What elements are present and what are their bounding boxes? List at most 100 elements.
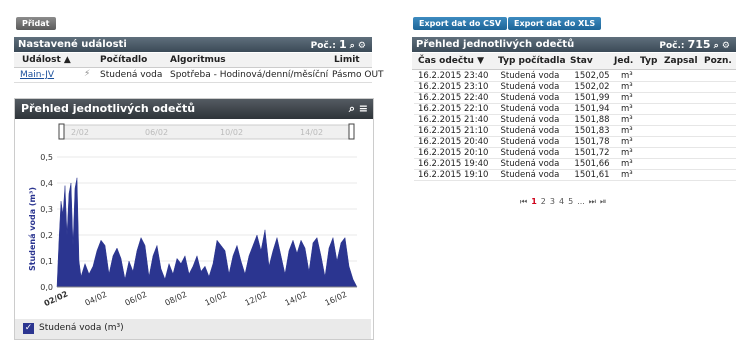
zoom-icon[interactable]: ⌕ <box>349 99 355 119</box>
reading-row[interactable]: 16.2.2015 21:10 Studená voda 1501,83 m³ <box>414 125 736 137</box>
reading-row[interactable]: 16.2.2015 20:10 Studená voda 1501,72 m³ <box>414 147 736 159</box>
reading-cell: Studená voda <box>496 81 571 93</box>
page-link[interactable]: 4 <box>559 197 564 206</box>
col-reading-time[interactable]: Čas odečtu ▼ <box>418 56 484 66</box>
page-link[interactable]: ... <box>577 197 585 206</box>
reading-cell <box>706 125 736 137</box>
reading-cell <box>644 125 668 137</box>
event-meter: Studená voda <box>100 70 163 80</box>
menu-icon[interactable]: ≡ <box>359 99 368 119</box>
meter-icon: ⚡ <box>84 69 91 79</box>
readings-count-label: Poč.: <box>659 41 685 51</box>
reading-cell: 1501,99 <box>570 92 618 104</box>
reading-cell: 1502,05 <box>570 71 618 82</box>
reading-row[interactable]: 16.2.2015 23:40 Studená voda 1502,05 m³ <box>414 71 736 82</box>
col-note[interactable]: Pozn. <box>704 56 732 66</box>
col-type[interactable]: Typ <box>640 56 657 66</box>
col-meter[interactable]: Počítadlo <box>100 55 147 65</box>
reading-cell: 1501,83 <box>570 125 618 137</box>
navigator-label: 2/02 <box>71 128 89 137</box>
events-panel-header: Nastavené události Poč.: 1 ⌕ ⚙ <box>14 37 372 52</box>
events-count-value: 1 <box>338 38 347 51</box>
reading-cell <box>667 71 707 82</box>
reading-cell <box>667 147 707 159</box>
col-meter-type[interactable]: Typ počítadla <box>498 56 566 66</box>
navigator-handle-right <box>348 123 355 140</box>
readings-count-value: 715 <box>687 38 711 51</box>
pagination: ⏮ 1 2 3 4 5... ⏭ ⏯ <box>520 197 610 207</box>
reading-row[interactable]: 16.2.2015 23:10 Studená voda 1502,02 m³ <box>414 81 736 93</box>
y-axis-label: Studená voda (m³) <box>28 187 37 271</box>
reading-row[interactable]: 16.2.2015 21:40 Studená voda 1501,88 m³ <box>414 114 736 126</box>
col-state[interactable]: Stav <box>570 56 593 66</box>
first-page-icon[interactable]: ⏮ <box>520 197 527 206</box>
x-tick-label: 08/02 <box>164 290 189 308</box>
last-page-icon[interactable]: ⏯ <box>600 197 606 206</box>
settings-icon[interactable]: ⚙ <box>358 41 366 51</box>
export-csv-button[interactable]: Export dat do CSV <box>413 17 508 30</box>
reading-cell: 16.2.2015 23:10 <box>414 81 497 93</box>
event-link[interactable]: Main-JV <box>20 70 54 80</box>
reading-cell <box>706 136 736 148</box>
reading-row[interactable]: 16.2.2015 22:40 Studená voda 1501,99 m³ <box>414 92 736 104</box>
search-icon[interactable]: ⌕ <box>350 41 355 51</box>
next-page-icon[interactable]: ⏭ <box>589 197 596 206</box>
page-link[interactable]: 2 <box>541 197 546 206</box>
reading-cell: m³ <box>617 158 645 170</box>
reading-cell <box>667 114 707 126</box>
reading-row[interactable]: 16.2.2015 19:40 Studená voda 1501,66 m³ <box>414 158 736 170</box>
legend-checkbox[interactable]: ✓ <box>23 323 34 334</box>
reading-cell: m³ <box>617 92 645 104</box>
reading-cell <box>706 92 736 104</box>
navigator-handle-left <box>58 123 65 140</box>
reading-cell <box>644 158 668 170</box>
events-table-header: Událost ▲ Počítadlo Algoritmus Limit <box>14 53 372 68</box>
x-tick-label: 14/02 <box>284 290 309 308</box>
reading-cell: 1501,78 <box>570 136 618 148</box>
col-algorithm[interactable]: Algoritmus <box>170 55 226 65</box>
reading-cell: 16.2.2015 21:40 <box>414 114 497 126</box>
chart-panel: Přehled jednotlivých odečtů ⌕ ≡ 2/02 06/0… <box>14 98 374 340</box>
search-icon[interactable]: ⌕ <box>714 41 719 51</box>
reading-cell <box>644 169 668 181</box>
reading-cell <box>667 158 707 170</box>
x-tick-label: 10/02 <box>204 290 229 308</box>
y-tick-label: 0,5 <box>40 153 53 162</box>
x-tick-label: 06/02 <box>124 290 149 308</box>
page-link[interactable]: 3 <box>550 197 555 206</box>
reading-cell: 1501,94 <box>570 103 618 115</box>
readings-panel-title: Přehled jednotlivých odečtů <box>416 39 575 50</box>
settings-icon[interactable]: ⚙ <box>722 41 730 51</box>
series-area <box>56 177 358 288</box>
y-tick-label: 0,0 <box>40 283 53 292</box>
events-row[interactable]: Main-JV ⚡ Studená voda Spotřeba - Hodino… <box>14 68 384 83</box>
readings-table: 16.2.2015 23:40 Studená voda 1502,05 m³ 16.2… <box>414 71 736 181</box>
reading-cell <box>644 136 668 148</box>
col-event[interactable]: Událost ▲ <box>22 55 71 65</box>
col-written-by[interactable]: Zapsal <box>664 56 698 66</box>
reading-cell <box>706 158 736 170</box>
reading-cell <box>706 71 736 82</box>
reading-cell: Studená voda <box>496 147 571 159</box>
reading-cell <box>706 169 736 181</box>
reading-cell: m³ <box>617 103 645 115</box>
reading-row[interactable]: 16.2.2015 20:40 Studená voda 1501,78 m³ <box>414 136 736 148</box>
events-count-label: Poč.: <box>310 41 336 51</box>
col-unit[interactable]: Jed. <box>614 56 633 66</box>
reading-cell <box>667 92 707 104</box>
page-link[interactable]: 5 <box>568 197 573 206</box>
reading-cell: m³ <box>617 114 645 126</box>
col-limit[interactable]: Limit <box>334 55 360 65</box>
add-button[interactable]: Přidat <box>16 17 56 30</box>
reading-cell: 16.2.2015 20:10 <box>414 147 497 159</box>
reading-cell: m³ <box>617 81 645 93</box>
navigator-label: 10/02 <box>220 128 243 137</box>
reading-row[interactable]: 16.2.2015 22:10 Studená voda 1501,94 m³ <box>414 103 736 115</box>
reading-cell <box>706 147 736 159</box>
page-link[interactable]: 1 <box>531 197 537 206</box>
reading-cell <box>644 103 668 115</box>
reading-cell: Studená voda <box>496 136 571 148</box>
navigator-label: 14/02 <box>300 128 323 137</box>
reading-row[interactable]: 16.2.2015 19:10 Studená voda 1501,61 m³ <box>414 169 736 181</box>
export-xls-button[interactable]: Export dat do XLS <box>508 17 602 30</box>
